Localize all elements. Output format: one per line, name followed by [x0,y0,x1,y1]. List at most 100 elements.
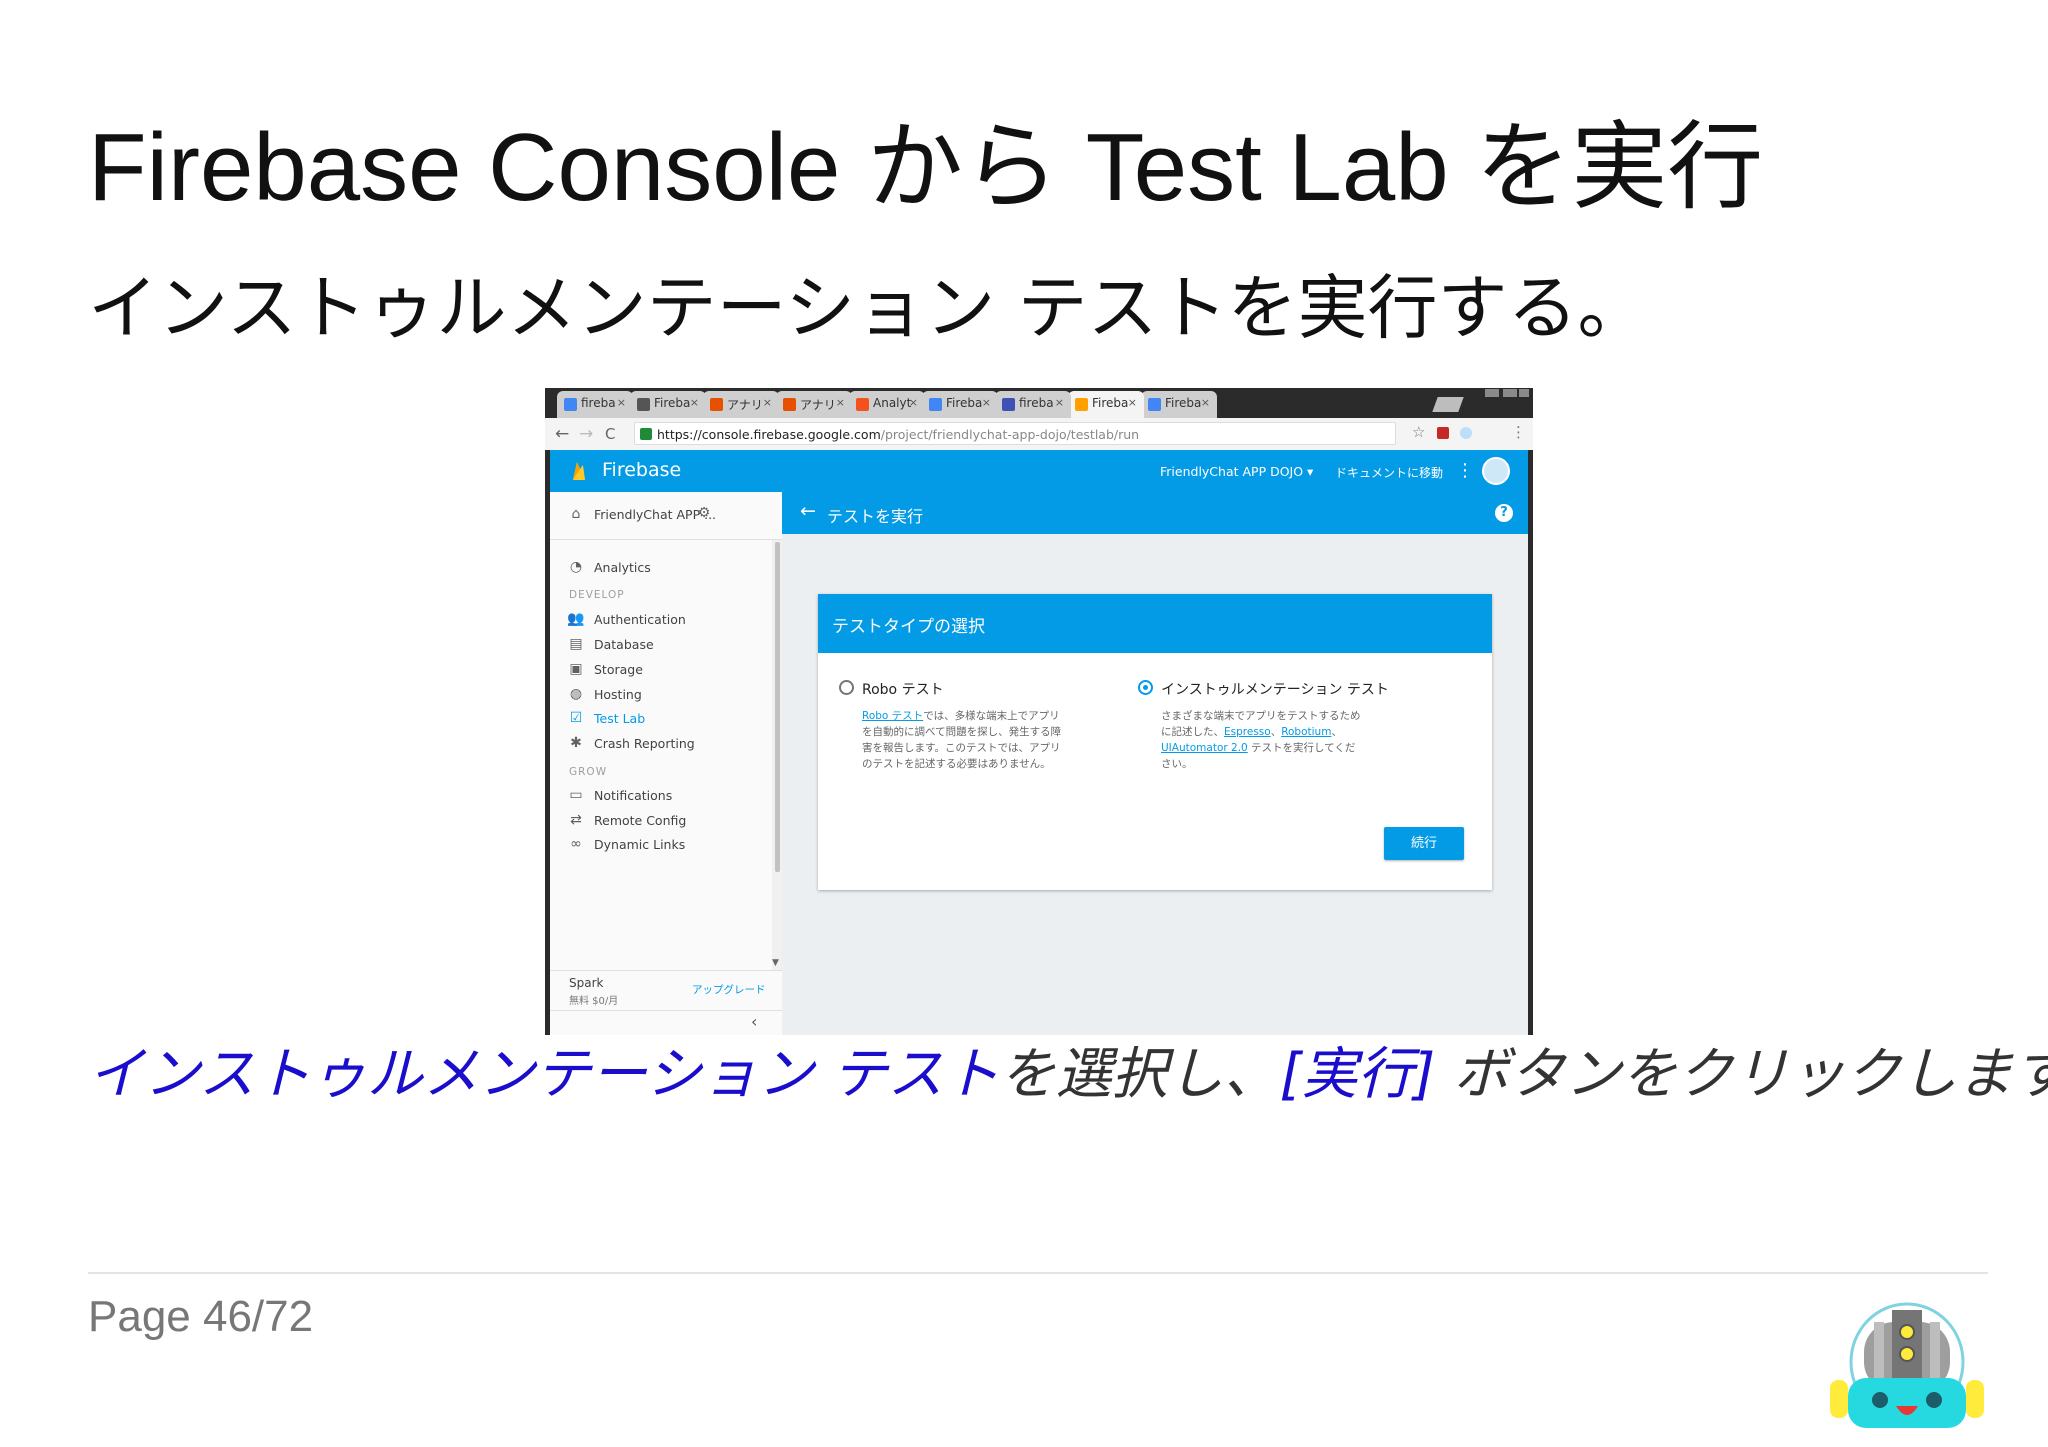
tab-close-icon[interactable]: × [617,396,626,409]
analytics-icon: ◔ [569,559,583,575]
robo-test-label[interactable]: Robo テスト [862,679,944,699]
uiautomator-link[interactable]: UIAutomator 2.0 [1161,742,1248,754]
browser-tab[interactable]: fireba × [557,391,633,418]
scroll-down-icon[interactable]: ▼ [772,958,779,968]
tab-label: fireba [581,396,616,410]
sidebar-item-label: Hosting [594,687,642,702]
docs-link[interactable]: ドキュメントに移動 [1335,464,1443,481]
close-window-icon[interactable] [1519,389,1529,397]
page-title: テストを実行 [827,507,924,526]
robo-test-link[interactable]: Robo テスト [862,710,923,722]
browser-tab[interactable]: Fireba × [630,391,706,418]
browser-tab[interactable]: Fireba × [922,391,998,418]
project-selector[interactable]: FriendlyChat APP DOJO ▾ [1160,464,1313,479]
message-icon: ▭ [569,787,583,803]
tab-favicon-icon [1002,398,1015,411]
slide-title: Firebase Console から Test Lab を実行 [88,114,1764,221]
sidebar-item-label: Remote Config [594,813,687,828]
browser-tab[interactable]: fireba × [995,391,1071,418]
plan-name: Spark [569,976,604,990]
url-path: /project/friendlychat-app-dojo/testlab/r… [880,427,1140,442]
browser-menu-icon[interactable]: ⋮ [1511,423,1526,441]
robo-test-radio[interactable] [839,680,854,695]
plan-footer: Spark 無料 $0/月 アップグレード [550,970,782,1011]
browser-toolbar: ← → C https://console.firebase.google.co… [545,418,1533,450]
avatar[interactable] [1482,457,1510,485]
extension-icon[interactable] [1437,427,1449,439]
tab-close-icon[interactable]: × [763,396,772,409]
sidebar-item-label: Storage [594,662,643,677]
tab-close-icon[interactable]: × [982,396,991,409]
tab-close-icon[interactable]: × [1055,396,1064,409]
instrumentation-test-radio[interactable] [1138,680,1153,695]
main-panel: ← テストを実行 ? テストタイプの選択 Robo テスト Robo テストでは… [782,492,1528,1035]
tab-label: Fireba [1092,396,1129,410]
continue-button[interactable]: 続行 [1384,827,1464,860]
tab-close-icon[interactable]: × [1128,396,1137,409]
tab-favicon-icon [783,398,796,411]
browser-tab[interactable]: Fireba × [1068,391,1144,418]
new-tab-button[interactable] [1432,397,1464,412]
address-bar[interactable]: https://console.firebase.google.com/proj… [634,422,1396,445]
remote-config-icon: ⇄ [570,812,582,828]
tab-close-icon[interactable]: × [690,396,699,409]
sidebar-scroll-thumb[interactable] [775,542,780,872]
slide-caption: インストゥルメンテーション テストを選択し、[実行] ボタンをクリックします。 [88,1030,2048,1120]
reload-icon[interactable]: C [605,425,615,443]
tab-close-icon[interactable]: × [1201,396,1210,409]
tab-favicon-icon [710,398,723,411]
footer-divider [88,1272,1988,1274]
tab-close-icon[interactable]: × [836,396,845,409]
main-toolbar: ← テストを実行 ? [782,492,1528,534]
header-menu-icon[interactable]: ⋮ [1456,460,1474,481]
caption-link-instrumentation[interactable]: インストゥルメンテーション テスト [88,1042,1000,1107]
firebase-brand[interactable]: Firebase [602,459,681,481]
robotium-link[interactable]: Robotium [1281,726,1331,738]
back-icon[interactable]: ← [555,424,569,444]
browser-tab[interactable]: Fireba × [1141,391,1217,418]
browser-tab[interactable]: Analyt × [849,391,925,418]
tab-favicon-icon [1075,398,1088,411]
page-number: Page 46/72 [88,1292,314,1341]
tab-favicon-icon [637,398,650,411]
tab-favicon-icon [929,398,942,411]
sidebar-item-label: Notifications [594,788,673,803]
browser-tab[interactable]: アナリ × [776,391,852,418]
robot-mascot-icon [1830,1302,1984,1428]
sidebar-project[interactable]: ⌂ FriendlyChat APP ... ⚙ [550,492,782,540]
test-lab-icon: ☑ [569,710,583,726]
url-host: https://console.firebase.google.com [657,427,881,442]
chevron-left-icon: ‹ [751,1012,758,1031]
tab-label: Fireba [654,396,691,410]
tab-label: fireba [1019,396,1054,410]
sidebar-item-label: Database [594,637,654,652]
section-develop: DEVELOP [569,589,625,601]
espresso-link[interactable]: Espresso [1224,726,1271,738]
firebase-header: Firebase FriendlyChat APP DOJO ▾ ドキュメントに… [550,450,1528,492]
forward-icon[interactable]: → [579,424,593,444]
people-icon: 👥 [567,611,585,627]
test-type-card: テストタイプの選択 Robo テスト Robo テストでは、多様な端末上でアプリ… [818,594,1492,890]
sidebar-item-label: Authentication [594,612,686,627]
instrumentation-test-description: さまざまな端末でアプリをテストするために記述した、Espresso、Roboti… [1161,708,1361,772]
tab-close-icon[interactable]: × [909,396,918,409]
tab-label: アナリ [727,398,763,412]
database-icon: ▤ [569,636,583,652]
back-arrow-icon[interactable]: ← [800,500,816,522]
minimize-icon[interactable] [1485,389,1499,397]
caption-link-run[interactable]: [実行] [1280,1042,1436,1107]
tab-favicon-icon [856,398,869,411]
browser-tab[interactable]: アナリ × [703,391,779,418]
settings-gear-icon[interactable]: ⚙ [695,505,713,521]
upgrade-link[interactable]: アップグレード [692,982,766,997]
card-title: テストタイプの選択 [832,617,985,637]
extension-icon[interactable] [1460,427,1472,439]
firebase-logo-icon [573,462,585,480]
instrumentation-test-label[interactable]: インストゥルメンテーション テスト [1161,679,1389,699]
bookmark-star-icon[interactable]: ☆ [1412,423,1425,441]
bug-icon: ✱ [570,735,582,751]
maximize-icon[interactable] [1503,389,1517,397]
help-icon[interactable]: ? [1495,504,1513,522]
lock-icon [640,428,652,440]
tab-label: Fireba [1165,396,1202,410]
